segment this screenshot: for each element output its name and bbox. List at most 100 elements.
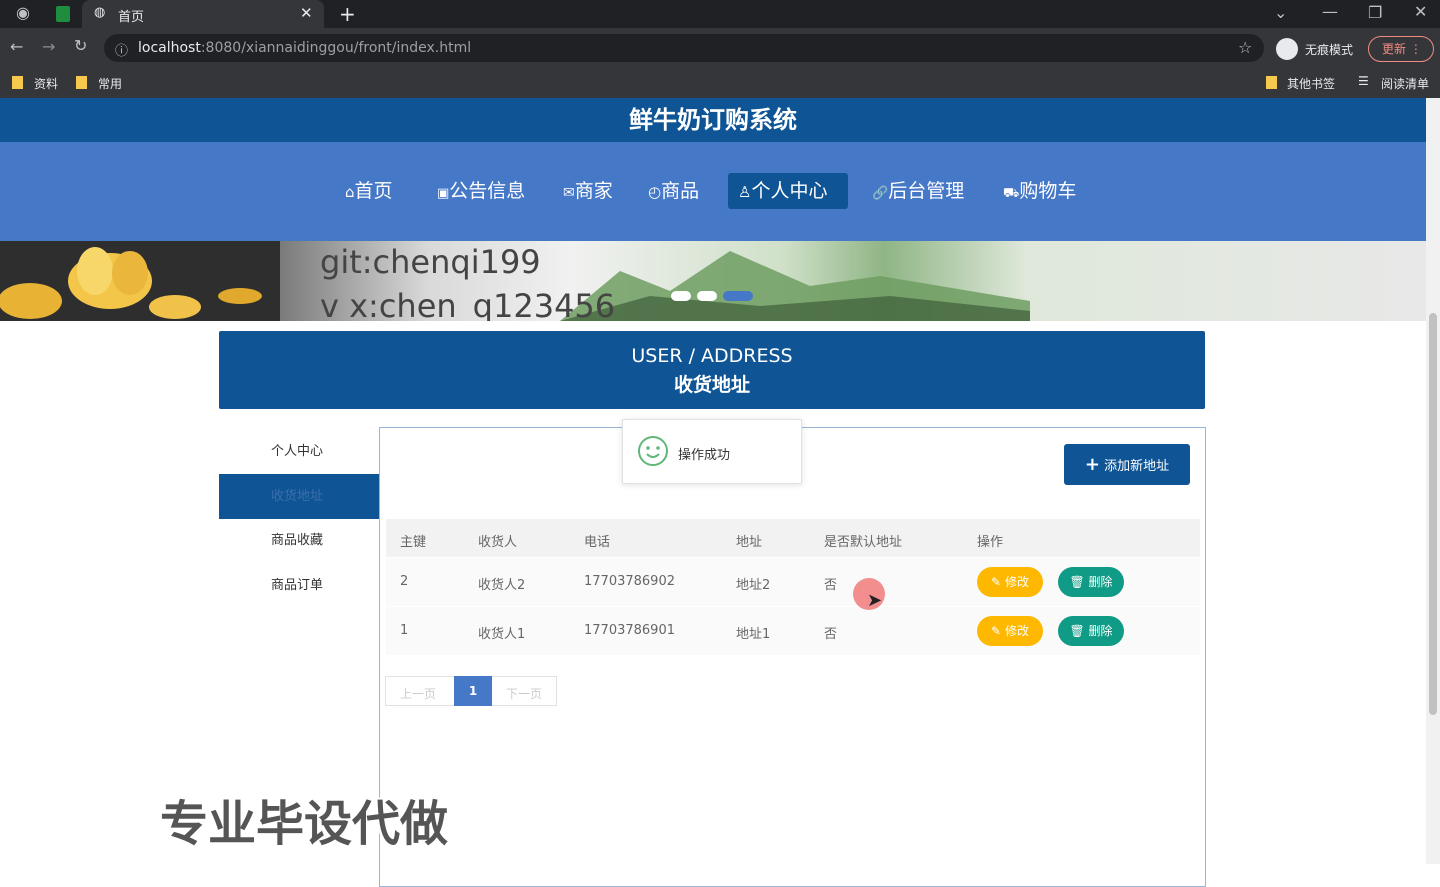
user-icon: ♙ — [738, 183, 752, 201]
folder-icon — [1266, 76, 1277, 89]
info-icon[interactable]: ⓘ — [115, 40, 128, 59]
carousel-banner[interactable]: git:chenqi199 v x:chen_q123456 — [0, 241, 1426, 321]
nav-label: 公告信息 — [449, 180, 526, 202]
prev-page-button[interactable]: 上一页 — [400, 685, 436, 702]
carousel-dot-3[interactable] — [723, 291, 753, 301]
section-header: USER / ADDRESS 收货地址 — [219, 331, 1205, 409]
col-id: 主键 — [400, 535, 427, 550]
cell-id: 2 — [400, 574, 409, 589]
url-text: localhost:8080/xiannaidinggou/front/inde… — [138, 40, 472, 56]
bookmark-changyong[interactable]: 常用 — [98, 75, 122, 92]
sidebar-item-address[interactable]: 收货地址 — [219, 474, 380, 519]
browser-tab[interactable]: ◍ 首页 ✕ — [82, 0, 324, 28]
nav-label: 后台管理 — [888, 180, 965, 202]
site-title: 鲜牛奶订购系统 — [0, 98, 1426, 142]
reload-icon[interactable]: ↻ — [74, 38, 87, 54]
trash-icon: 🗑 — [1069, 624, 1085, 638]
col-phone: 电话 — [584, 535, 611, 550]
delete-label: 删除 — [1088, 575, 1113, 589]
lotus-image — [0, 241, 280, 321]
bookmark-ziliao[interactable]: 资料 — [34, 75, 58, 92]
tab-title: 首页 — [118, 10, 145, 25]
next-page-button[interactable]: 下一页 — [506, 685, 542, 702]
cell-id: 1 — [400, 623, 409, 638]
close-tab-icon[interactable]: ✕ — [300, 4, 313, 22]
url-field[interactable]: ⓘ localhost:8080/xiannaidinggou/front/in… — [104, 34, 1264, 62]
nav-admin[interactable]: 🔗后台管理 — [862, 173, 974, 209]
carousel-dot-1[interactable] — [671, 291, 691, 301]
browser-app-icon[interactable]: ◉ — [16, 5, 30, 21]
cursor-icon: ➤ — [867, 590, 883, 611]
restore-icon[interactable]: ❐ — [1368, 5, 1382, 21]
browser-tab-bar: ◉ ◍ 首页 ✕ + ⌄ — ❐ ✕ — [0, 0, 1440, 28]
incognito-icon[interactable] — [1276, 38, 1298, 60]
carousel-dot-2[interactable] — [697, 291, 717, 301]
close-window-icon[interactable]: ✕ — [1414, 4, 1427, 20]
delete-label: 删除 — [1088, 624, 1113, 638]
content-panel — [379, 427, 1206, 887]
folder-icon — [12, 76, 23, 89]
sidebar-item-user-center[interactable]: 个人中心 — [219, 429, 380, 474]
link-icon: 🔗 — [872, 186, 889, 201]
cell-receiver: 收货人1 — [478, 627, 526, 642]
cell-default: 否 — [824, 627, 838, 642]
col-address: 地址 — [736, 535, 763, 550]
col-default: 是否默认地址 — [824, 535, 903, 550]
back-icon[interactable]: ← — [10, 39, 23, 55]
update-button[interactable]: 更新 ⋮ — [1368, 36, 1434, 62]
minimize-icon[interactable]: — — [1322, 4, 1338, 20]
sidebar-item-favorites[interactable]: 商品收藏 — [219, 518, 380, 563]
nav-label: 购物车 — [1019, 180, 1077, 202]
plus-icon: + — [1084, 454, 1100, 475]
globe-icon: ◍ — [94, 5, 106, 20]
cell-address: 地址2 — [736, 578, 771, 593]
delete-button[interactable]: 🗑 删除 — [1058, 567, 1124, 597]
delete-button[interactable]: 🗑 删除 — [1058, 616, 1124, 646]
edit-button[interactable]: ✎ 修改 — [977, 616, 1043, 646]
home-icon: ⌂ — [345, 183, 355, 201]
add-address-button[interactable]: + 添加新地址 — [1064, 444, 1190, 485]
current-page-button[interactable]: 1 — [454, 676, 492, 706]
nav-merchant[interactable]: ✉商家 — [553, 173, 623, 209]
page-scrollbar[interactable] — [1426, 98, 1440, 864]
nav-user-center[interactable]: ♙个人中心 — [728, 173, 848, 209]
nav-label: 首页 — [354, 180, 393, 202]
scrollbar-thumb[interactable] — [1429, 313, 1437, 715]
col-actions: 操作 — [977, 535, 1004, 550]
star-icon[interactable]: ☆ — [1238, 38, 1252, 57]
cell-address: 地址1 — [736, 627, 771, 642]
clock-icon: ◴ — [648, 183, 662, 201]
main-nav: ⌂首页 ▣公告信息 ✉商家 ◴商品 ♙个人中心 🔗后台管理 ⛟购物车 — [0, 142, 1426, 241]
gift-icon: ▣ — [437, 186, 450, 201]
trash-icon: 🗑 — [1069, 575, 1085, 589]
banner-text-1: git:chenqi199 — [320, 243, 541, 281]
table-row: 1 收货人1 17703786901 地址1 否 ✎ 修改 🗑 删除 — [386, 607, 1200, 655]
nav-home[interactable]: ⌂首页 — [335, 173, 403, 209]
sheets-tab-icon[interactable] — [56, 6, 70, 22]
incognito-label: 无痕模式 — [1305, 43, 1354, 57]
address-bar: ← → ↻ ⓘ localhost:8080/xiannaidinggou/fr… — [0, 28, 1440, 68]
update-label: 更新 — [1382, 42, 1407, 56]
bookmark-other[interactable]: 其他书签 — [1287, 75, 1335, 92]
reading-list-icon: ☰ — [1358, 74, 1369, 88]
add-address-label: 添加新地址 — [1104, 459, 1170, 474]
table-header: 主键 收货人 电话 地址 是否默认地址 操作 — [386, 519, 1200, 557]
edit-label: 修改 — [1004, 575, 1029, 589]
cell-receiver: 收货人2 — [478, 578, 526, 593]
pencil-icon: ✎ — [991, 624, 1002, 638]
nav-products[interactable]: ◴商品 — [638, 173, 709, 209]
mountain-image — [560, 241, 1030, 321]
tab-search-icon[interactable]: ⌄ — [1274, 5, 1287, 21]
section-title-cn: 收货地址 — [673, 374, 750, 396]
edit-label: 修改 — [1004, 624, 1029, 638]
forward-icon[interactable]: → — [42, 39, 55, 55]
sidebar-item-orders[interactable]: 商品订单 — [219, 563, 380, 608]
col-receiver: 收货人 — [478, 535, 518, 550]
table-row: 2 收货人2 17703786902 地址2 否 ✎ 修改 🗑 删除 — [386, 558, 1200, 606]
new-tab-icon[interactable]: + — [339, 2, 356, 26]
nav-cart[interactable]: ⛟购物车 — [993, 173, 1086, 209]
nav-notice[interactable]: ▣公告信息 — [427, 173, 535, 209]
bookmark-reading-list[interactable]: 阅读清单 — [1381, 75, 1429, 92]
edit-button[interactable]: ✎ 修改 — [977, 567, 1043, 597]
nav-label: 商家 — [574, 180, 613, 202]
